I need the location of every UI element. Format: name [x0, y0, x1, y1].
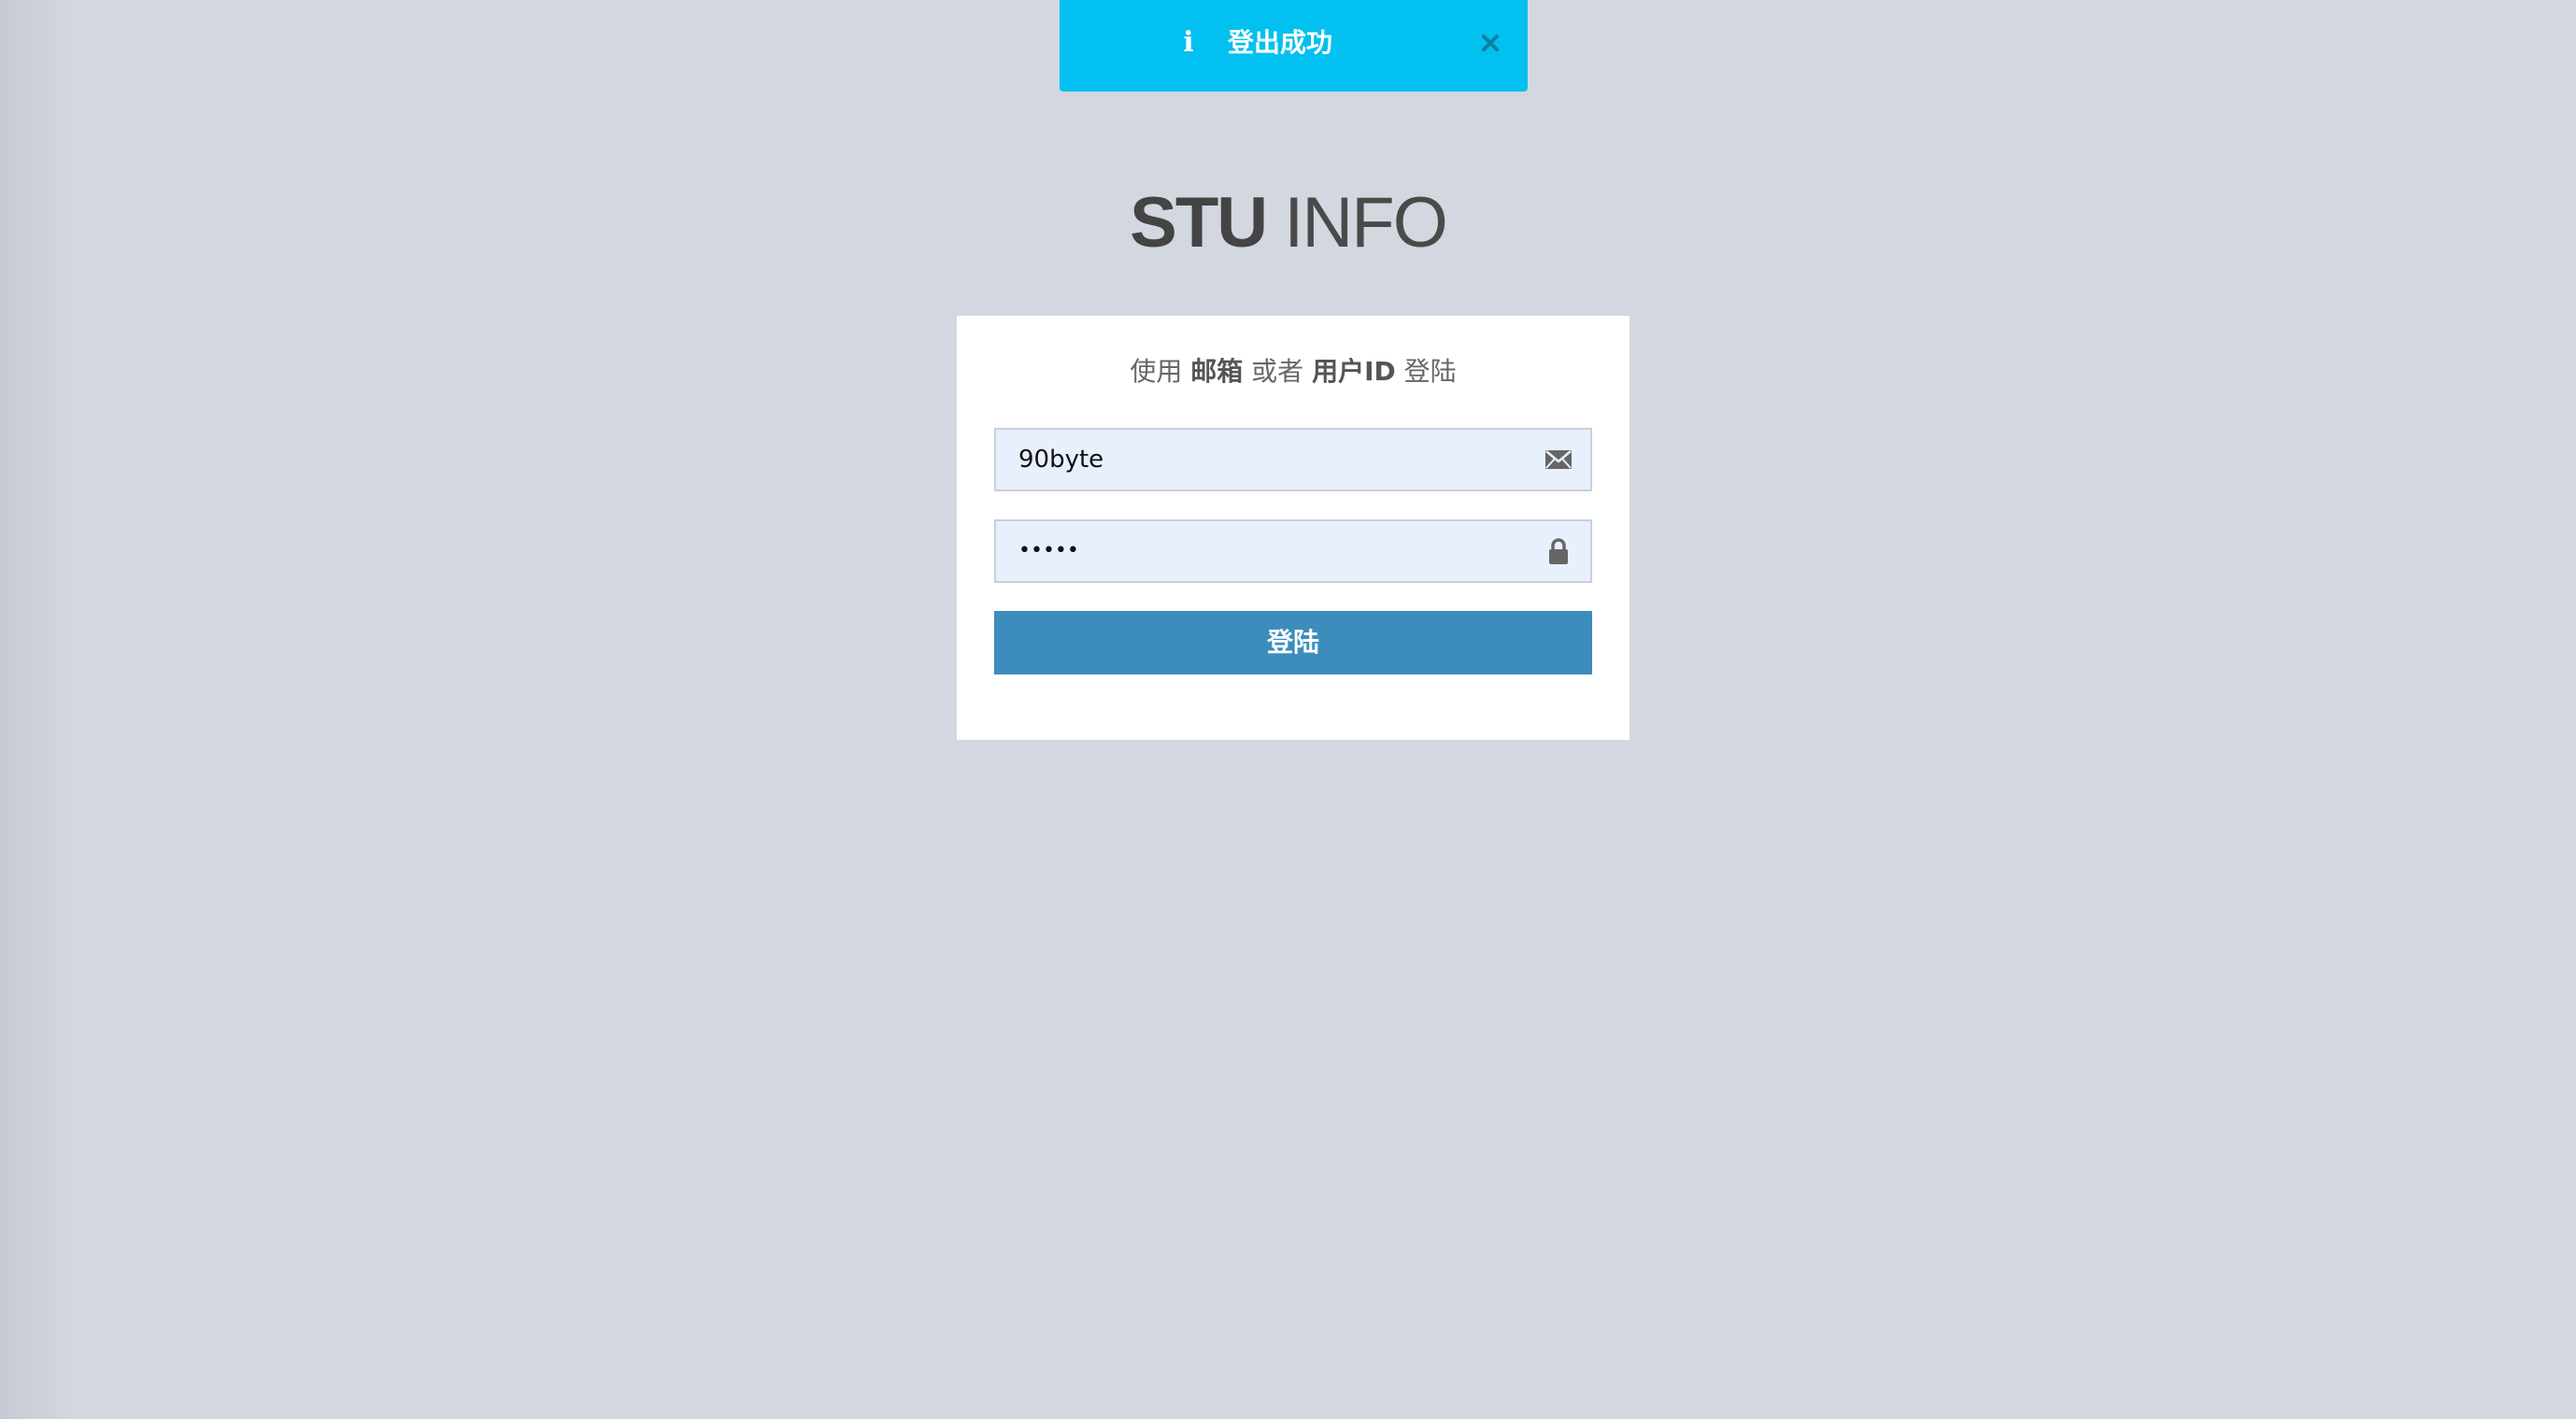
- login-prompt-email: 邮箱: [1190, 356, 1244, 387]
- login-button[interactable]: 登陆: [994, 611, 1592, 674]
- notification-toast: i 登出成功: [1060, 0, 1528, 92]
- password-field[interactable]: •••••: [994, 519, 1592, 583]
- password-value: •••••: [1018, 539, 1079, 562]
- login-prompt-or: 或者: [1251, 356, 1304, 387]
- envelope-icon: [1544, 445, 1573, 475]
- logo-bold-text: STU: [1130, 183, 1268, 263]
- lock-icon: [1544, 536, 1573, 566]
- info-icon: i: [1183, 26, 1194, 59]
- login-prompt-part1: 使用: [1130, 356, 1183, 387]
- login-prompt-login: 登陆: [1403, 356, 1457, 387]
- app-logo[interactable]: STU INFO: [0, 181, 2576, 265]
- login-prompt-userid: 用户ID: [1312, 356, 1396, 387]
- username-field[interactable]: 90byte: [994, 428, 1592, 491]
- login-prompt: 使用 邮箱 或者 用户ID 登陆: [957, 353, 1630, 390]
- logo-light-text: INFO: [1284, 183, 1448, 263]
- login-box: 使用 邮箱 或者 用户ID 登陆 90byte ••••• 登陆: [957, 316, 1630, 740]
- close-icon[interactable]: [1473, 26, 1507, 60]
- username-value: 90byte: [1018, 446, 1104, 474]
- toast-message: 登出成功: [1228, 27, 1333, 58]
